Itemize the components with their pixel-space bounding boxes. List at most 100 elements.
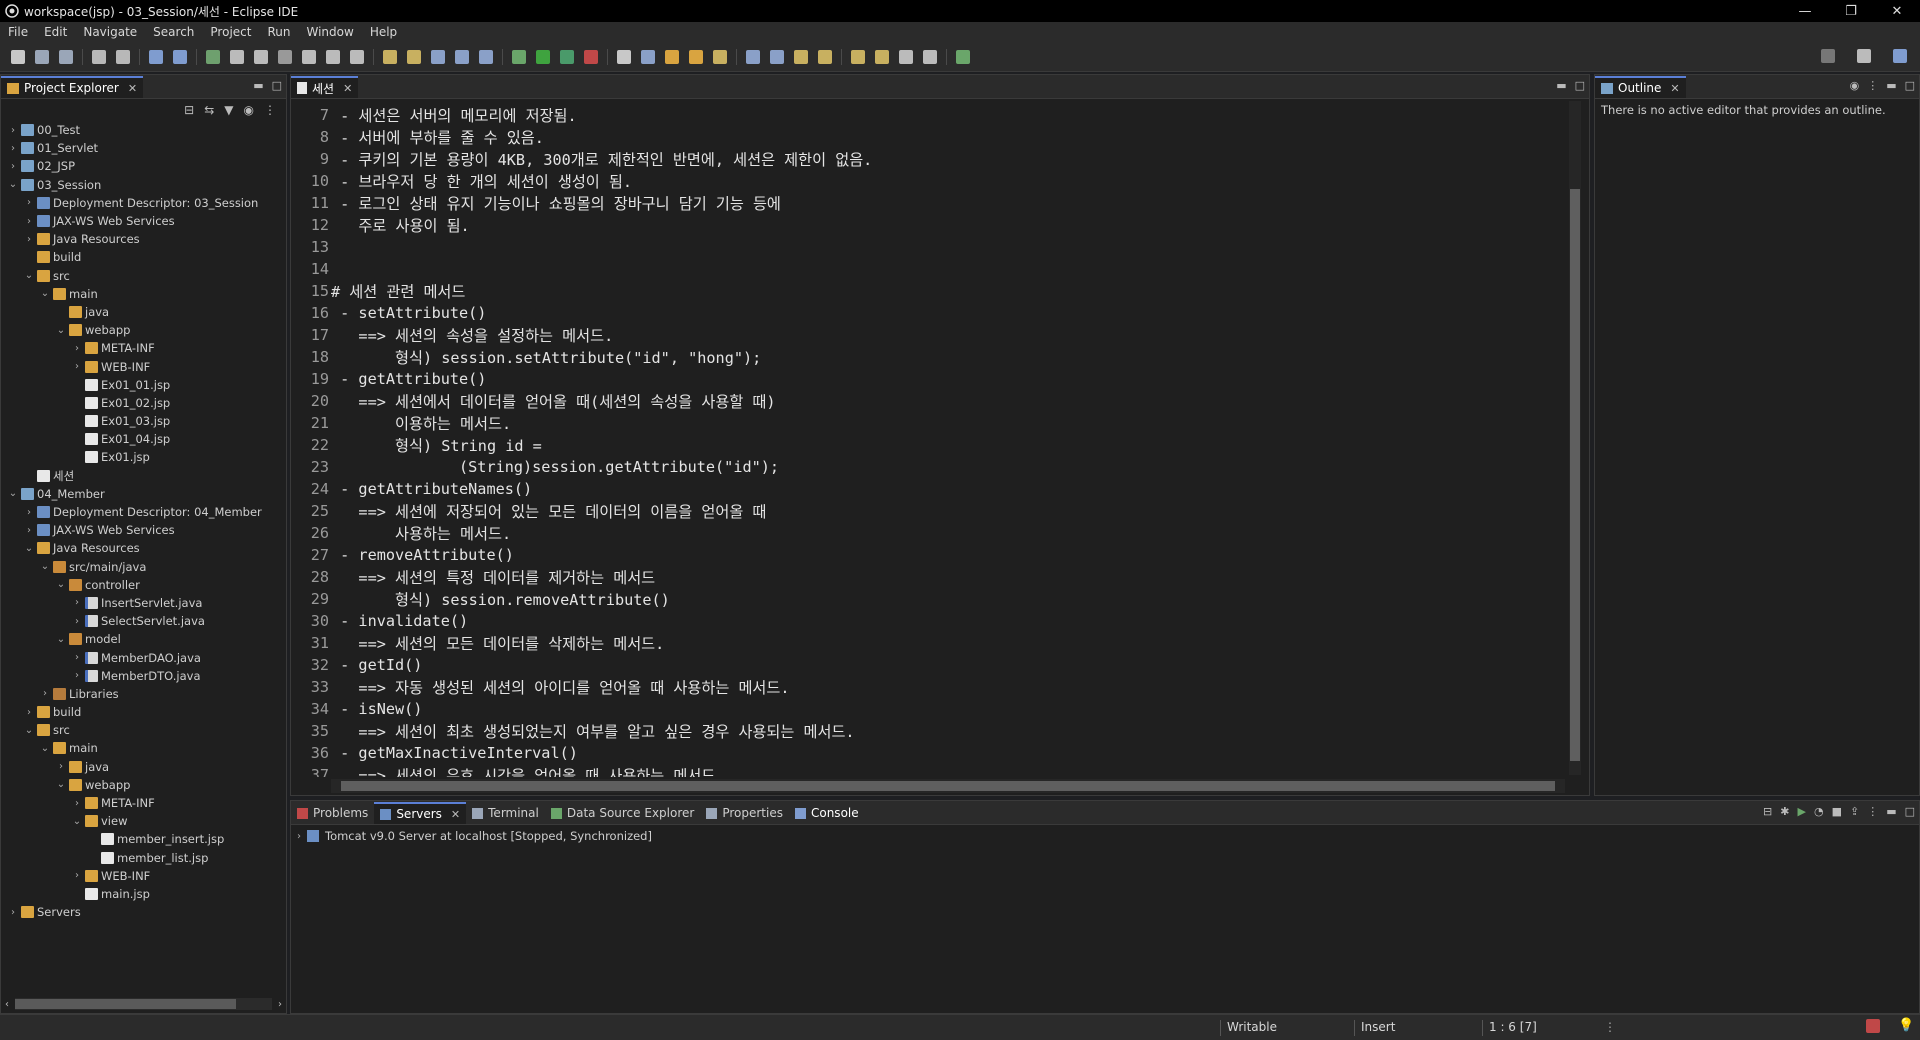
tab-properties[interactable]: Properties: [700, 802, 789, 824]
chevron-right-icon[interactable]: ›: [23, 234, 35, 245]
tree-item[interactable]: main.jsp: [1, 885, 286, 903]
back-arrow-icon[interactable]: [899, 49, 913, 64]
new-icon[interactable]: [11, 49, 25, 64]
terminate-icon[interactable]: [254, 49, 268, 64]
focus-icon[interactable]: ◉: [1850, 79, 1860, 92]
annotation-prev-icon[interactable]: [818, 49, 832, 64]
disconnect-icon[interactable]: [278, 49, 292, 64]
tree-item[interactable]: ⌄ main: [1, 285, 286, 303]
tab-session-file[interactable]: 세션 ✕: [291, 76, 359, 98]
chevron-down-icon[interactable]: ⌄: [7, 179, 19, 190]
menu-window[interactable]: Window: [298, 25, 361, 39]
tree-item[interactable]: › WEB-INF: [1, 867, 286, 885]
maximize-icon[interactable]: □: [1575, 79, 1585, 92]
server-row[interactable]: › Tomcat v9.0 Server at localhost [Stopp…: [297, 829, 652, 843]
chevron-down-icon[interactable]: ⌄: [55, 634, 67, 645]
code-line[interactable]: 14: [291, 258, 1565, 280]
undo-icon[interactable]: [92, 49, 106, 64]
step-into-icon[interactable]: [302, 49, 316, 64]
start-server-icon[interactable]: ▶: [1797, 805, 1805, 818]
link-with-editor-icon[interactable]: ⇆: [204, 103, 214, 117]
menu-navigate[interactable]: Navigate: [75, 25, 145, 39]
code-line[interactable]: 18 형식) session.setAttribute("id", "hong"…: [291, 346, 1565, 368]
use-step-filters-icon[interactable]: [407, 49, 421, 64]
tree-item[interactable]: › InsertServlet.java: [1, 594, 286, 612]
new-java-package-icon[interactable]: [641, 49, 655, 64]
debug-icon[interactable]: [512, 49, 526, 64]
code-line[interactable]: 15 # 세션 관련 메서드: [291, 280, 1565, 302]
code-line[interactable]: 11 - 로그인 상태 유지 기능이나 쇼핑몰의 장바구니 담기 기능 등에: [291, 192, 1565, 214]
code-line[interactable]: 8 - 서버에 부하를 줄 수 있음.: [291, 126, 1565, 148]
code-line[interactable]: 19 - getAttribute(): [291, 368, 1565, 390]
chevron-down-icon[interactable]: ⌄: [39, 288, 51, 299]
status-menu-icon[interactable]: ⋮: [1604, 1020, 1616, 1034]
minimize-icon[interactable]: ▬: [253, 79, 263, 92]
tab-console[interactable]: Console: [789, 802, 865, 824]
menu-edit[interactable]: Edit: [36, 25, 75, 39]
chevron-down-icon[interactable]: ⌄: [23, 543, 35, 554]
tree-item[interactable]: ⌄ webapp: [1, 321, 286, 339]
close-window-button[interactable]: ✕: [1874, 0, 1920, 22]
code-line[interactable]: 33 ==> 자동 생성된 세션의 아이디를 얻어올 때 사용하는 메서드.: [291, 676, 1565, 698]
code-line[interactable]: 17 ==> 세션의 속성을 설정하는 메서드.: [291, 324, 1565, 346]
menu-run[interactable]: Run: [259, 25, 298, 39]
chevron-right-icon[interactable]: ›: [71, 361, 83, 372]
code-line[interactable]: 25 ==> 세션에 저장되어 있는 모든 데이터의 이름을 얻어올 때: [291, 500, 1565, 522]
close-icon[interactable]: ✕: [1670, 82, 1679, 95]
minimize-window-button[interactable]: —: [1782, 0, 1828, 22]
code-line[interactable]: 22 형식) String id =: [291, 434, 1565, 456]
chevron-right-icon[interactable]: ›: [23, 216, 35, 227]
chevron-right-icon[interactable]: ›: [71, 616, 83, 627]
chevron-right-icon[interactable]: ›: [71, 870, 83, 881]
save-all-icon[interactable]: [59, 49, 73, 64]
tab-terminal[interactable]: Terminal: [466, 802, 545, 824]
tree-item[interactable]: › java: [1, 758, 286, 776]
code-line[interactable]: 12 주로 사용이 됨.: [291, 214, 1565, 236]
search-icon[interactable]: [1821, 49, 1835, 63]
globe-icon[interactable]: [746, 49, 760, 64]
tree-item[interactable]: › build: [1, 703, 286, 721]
code-line[interactable]: 37 ==> 세션의 유효 시간을 얻어올 때 사용하는 메서드.: [291, 764, 1565, 777]
tab-data-source-explorer[interactable]: Data Source Explorer: [545, 802, 700, 824]
code-line[interactable]: 26 사용하는 메서드.: [291, 522, 1565, 544]
last-edit-location-icon[interactable]: [851, 49, 865, 64]
tab-servers[interactable]: Servers ✕: [374, 802, 467, 824]
chevron-down-icon[interactable]: ⌄: [39, 561, 51, 572]
chevron-right-icon[interactable]: ›: [39, 688, 51, 699]
code-line[interactable]: 9 - 쿠키의 기본 용량이 4KB, 300개로 제한적인 반면에, 세션은 …: [291, 148, 1565, 170]
minimize-icon[interactable]: ▬: [1886, 79, 1896, 92]
tree-item[interactable]: › JAX-WS Web Services: [1, 212, 286, 230]
chevron-down-icon[interactable]: ⌄: [71, 816, 83, 827]
chevron-right-icon[interactable]: ›: [7, 161, 19, 172]
run-icon[interactable]: [536, 49, 550, 64]
code-line[interactable]: 23 (String)session.getAttribute("id");: [291, 456, 1565, 478]
chevron-right-icon[interactable]: ›: [71, 597, 83, 608]
forward-history-icon[interactable]: [875, 49, 889, 64]
chevron-right-icon[interactable]: ›: [55, 761, 67, 772]
tree-item[interactable]: › MemberDTO.java: [1, 667, 286, 685]
profile-server-icon[interactable]: ◔: [1814, 805, 1824, 818]
tree-item[interactable]: ⌄ src: [1, 267, 286, 285]
code-line[interactable]: 29 형식) session.removeAttribute(): [291, 588, 1565, 610]
code-line[interactable]: 36 - getMaxInactiveInterval(): [291, 742, 1565, 764]
tree-item[interactable]: ⌄ src/main/java: [1, 558, 286, 576]
close-icon[interactable]: ✕: [343, 82, 352, 95]
tab-project-explorer[interactable]: Project Explorer ✕: [1, 76, 144, 98]
code-line[interactable]: 24 - getAttributeNames(): [291, 478, 1565, 500]
tab-outline[interactable]: Outline ✕: [1595, 76, 1686, 98]
tree-item[interactable]: ⌄ webapp: [1, 776, 286, 794]
code-line[interactable]: 31 ==> 세션의 모든 데이터를 삭제하는 메서드.: [291, 632, 1565, 654]
chevron-right-icon[interactable]: ›: [7, 143, 19, 154]
suspend-icon[interactable]: [230, 49, 244, 64]
tree-item[interactable]: › JAX-WS Web Services: [1, 521, 286, 539]
menu-project[interactable]: Project: [202, 25, 259, 39]
filter-icon[interactable]: ▼: [224, 103, 233, 117]
web-browser-icon[interactable]: [770, 49, 784, 64]
open-perspective-icon[interactable]: [1857, 49, 1871, 63]
editor-vertical-scrollbar[interactable]: [1569, 101, 1581, 775]
code-line[interactable]: 7 - 세션은 서버의 메모리에 저장됨.: [291, 104, 1565, 126]
terminal-icon[interactable]: [149, 49, 163, 64]
stop-server-icon[interactable]: ■: [1832, 805, 1842, 818]
tree-item[interactable]: › WEB-INF: [1, 357, 286, 375]
tree-item[interactable]: › Java Resources: [1, 230, 286, 248]
